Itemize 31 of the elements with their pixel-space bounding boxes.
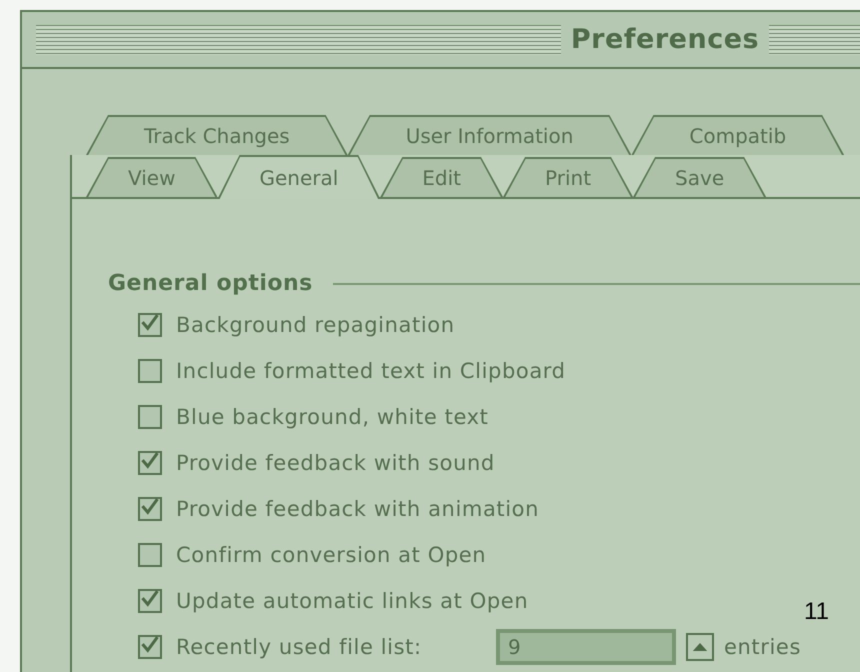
- checkbox[interactable]: [138, 497, 162, 521]
- tab[interactable]: User Information: [348, 115, 632, 155]
- window-title: Preferences: [570, 24, 760, 55]
- tab[interactable]: View: [86, 157, 218, 197]
- unit-label: entries: [724, 635, 801, 659]
- checkbox[interactable]: [138, 543, 162, 567]
- checkbox[interactable]: [138, 635, 162, 659]
- tab[interactable]: Track Changes: [86, 115, 348, 155]
- option-label: Update automatic links at Open: [176, 589, 528, 613]
- up-arrow-icon: [692, 642, 708, 652]
- checkbox[interactable]: [138, 405, 162, 429]
- section-heading: General options: [108, 271, 313, 296]
- option-label: Confirm conversion at Open: [176, 543, 486, 567]
- tab[interactable]: Edit: [380, 157, 504, 197]
- tab[interactable]: Save: [633, 157, 766, 197]
- option-label: Blue background, white text: [176, 405, 488, 429]
- checkbox[interactable]: [138, 359, 162, 383]
- tab[interactable]: Print: [503, 157, 634, 197]
- number-field[interactable]: 9: [496, 629, 676, 665]
- option-label: Provide feedback with sound: [176, 451, 495, 475]
- checkbox[interactable]: [138, 313, 162, 337]
- option-label: Provide feedback with animation: [176, 497, 540, 521]
- tab[interactable]: Compatib: [631, 115, 844, 155]
- tab[interactable]: General: [217, 155, 380, 199]
- option-label: Include formatted text in Clipboard: [176, 359, 566, 383]
- stepper-up-button[interactable]: [686, 633, 714, 661]
- checkbox[interactable]: [138, 589, 162, 613]
- checkbox[interactable]: [138, 451, 162, 475]
- option-label: Recently used file list:: [176, 635, 423, 659]
- option-label: Background repagination: [176, 313, 455, 337]
- page-number: 11: [804, 598, 829, 626]
